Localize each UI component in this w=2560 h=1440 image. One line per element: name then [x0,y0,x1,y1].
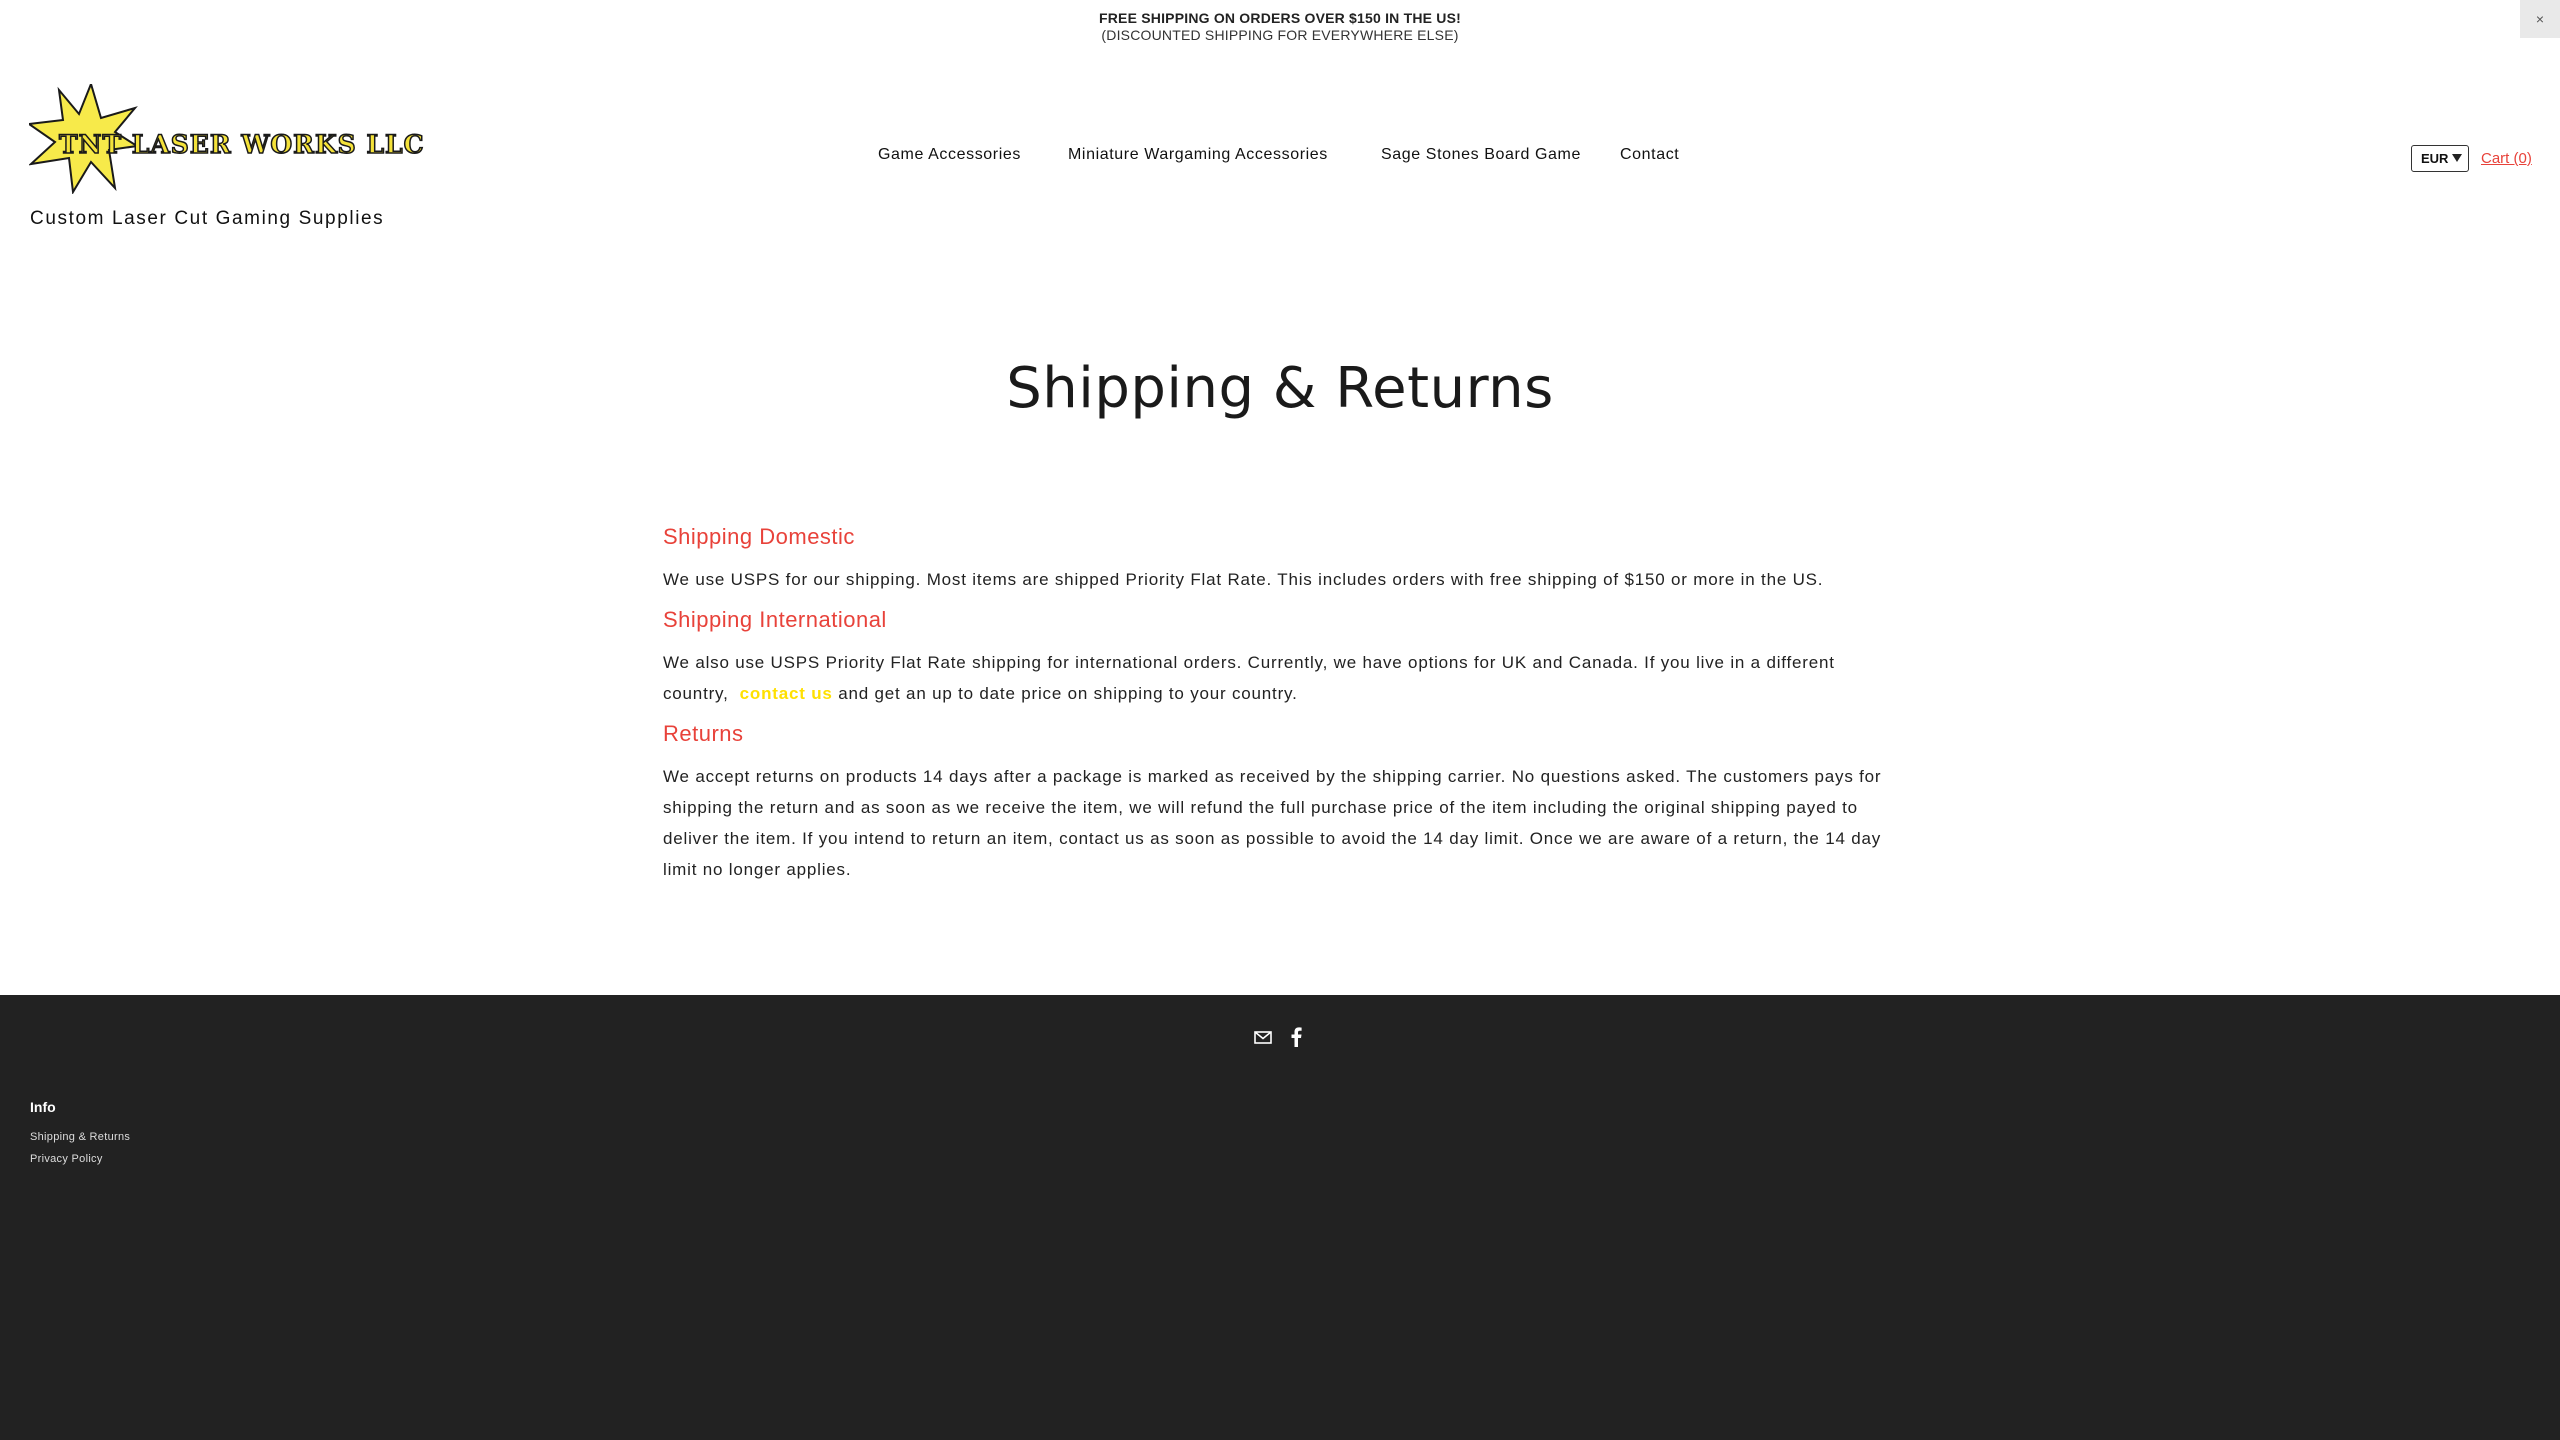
section-heading-shipping-domestic: Shipping Domestic [663,524,855,549]
close-announcement-button[interactable]: × [2520,0,2560,38]
nav-miniature-wargaming-accessories[interactable]: Miniature Wargaming Accessories [1068,146,1328,164]
intl-text-after: and get an up to date price on shipping … [838,684,1298,703]
footer-info-heading: Info [30,1099,56,1115]
cart-link[interactable]: Cart (0) [2481,150,2532,167]
footer-link-privacy-policy[interactable]: Privacy Policy [30,1153,103,1165]
section-text-returns: We accept returns on products 14 days af… [663,767,1882,879]
email-icon[interactable] [1254,1031,1272,1044]
currency-select[interactable]: EUR [2411,145,2469,172]
section-heading-shipping-international: Shipping International [663,607,887,632]
site-footer: Info Shipping & Returns Privacy Policy [0,995,2560,1440]
nav-game-accessories[interactable]: Game Accessories [878,146,1021,164]
nav-contact[interactable]: Contact [1620,146,1679,164]
page-content: Shipping Domestic We use USPS for our sh… [663,524,1899,897]
section-heading-returns: Returns [663,721,744,746]
chevron-down-icon [2452,154,2462,162]
section-text-shipping-international: We also use USPS Priority Flat Rate ship… [663,647,1899,709]
nav-sage-stones-board-game[interactable]: Sage Stones Board Game [1381,146,1581,164]
currency-value: EUR [2421,151,2449,166]
announcement-line-2: (DISCOUNTED SHIPPING FOR EVERYWHERE ELSE… [1101,27,1459,43]
facebook-icon[interactable] [1289,1027,1303,1047]
logo-text: TNT LASER WORKS LLC [58,129,425,160]
section-text-shipping-domestic: We use USPS for our shipping. Most items… [663,570,1824,589]
announcement-bar: FREE SHIPPING ON ORDERS OVER $150 IN THE… [0,0,2560,50]
footer-link-shipping-returns[interactable]: Shipping & Returns [30,1131,130,1143]
announcement-line-1: FREE SHIPPING ON ORDERS OVER $150 IN THE… [1099,10,1461,26]
page-title: Shipping & Returns [1006,356,1554,421]
social-links [0,1027,2560,1049]
site-logo[interactable]: TNT LASER WORKS LLC [29,84,424,194]
site-tagline: Custom Laser Cut Gaming Supplies [30,208,385,229]
contact-us-link[interactable]: contact us [740,684,833,703]
